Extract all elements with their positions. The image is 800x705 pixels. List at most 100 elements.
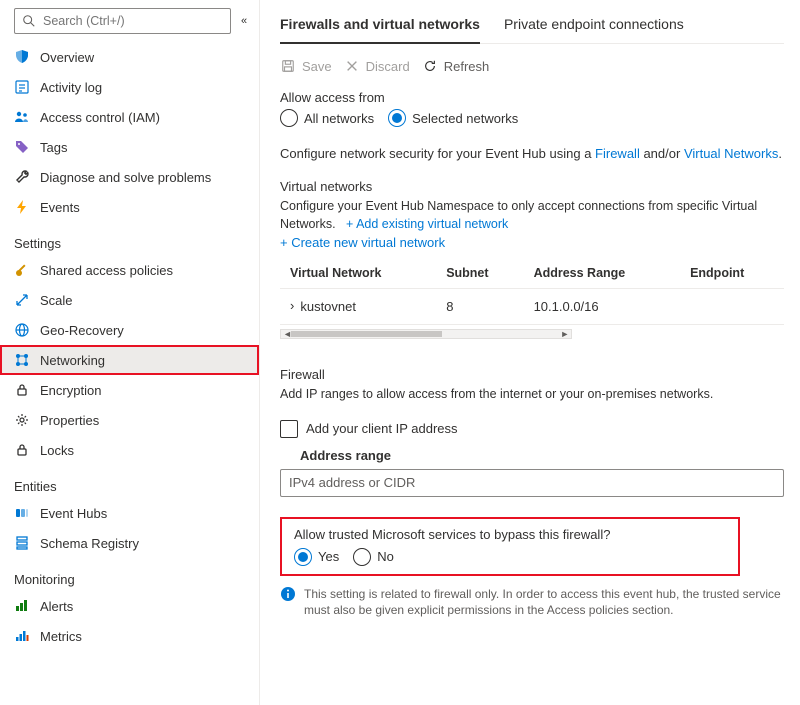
gear-icon xyxy=(14,412,30,428)
trusted-question: Allow trusted Microsoft services to bypa… xyxy=(294,527,726,542)
add-existing-vnet-link[interactable]: + Add existing virtual network xyxy=(346,217,508,231)
firewall-link[interactable]: Firewall xyxy=(595,146,640,161)
radio-icon xyxy=(353,548,371,566)
nav-activity-log[interactable]: Activity log xyxy=(0,72,259,102)
nav-event-hubs[interactable]: Event Hubs xyxy=(0,498,259,528)
chevron-right-icon[interactable]: › xyxy=(290,298,294,313)
radio-trusted-yes[interactable]: Yes xyxy=(294,548,339,566)
nav-networking[interactable]: Networking xyxy=(0,345,259,375)
address-range-input[interactable]: IPv4 address or CIDR xyxy=(280,469,784,497)
nav-diagnose[interactable]: Diagnose and solve problems xyxy=(0,162,259,192)
nav-label: Properties xyxy=(40,413,99,428)
nav-section-monitoring: Monitoring xyxy=(0,558,259,591)
refresh-button[interactable]: Refresh xyxy=(422,58,490,74)
radio-selected-networks[interactable]: Selected networks xyxy=(388,109,518,127)
discard-button[interactable]: Discard xyxy=(344,58,410,74)
radio-icon xyxy=(280,109,298,127)
radio-trusted-no[interactable]: No xyxy=(353,548,394,566)
table-row[interactable]: ›kustovnet 8 10.1.0.0/16 xyxy=(280,289,784,325)
overview-icon xyxy=(14,49,30,65)
tag-icon xyxy=(14,139,30,155)
scrollbar-thumb[interactable] xyxy=(291,331,442,337)
search-input[interactable] xyxy=(43,14,224,28)
search-row: « xyxy=(0,0,259,42)
sidebar: « Overview Activity log Access control (… xyxy=(0,0,260,705)
tool-label: Save xyxy=(302,59,332,74)
nav-label: Tags xyxy=(40,140,67,155)
info-icon xyxy=(280,586,296,602)
info-note: This setting is related to firewall only… xyxy=(280,586,784,618)
nav-events[interactable]: Events xyxy=(0,192,259,222)
nav-label: Encryption xyxy=(40,383,101,398)
vnet-title: Virtual networks xyxy=(280,179,784,194)
nav-label: Diagnose and solve problems xyxy=(40,170,211,185)
th-endpoint[interactable]: Endpoint xyxy=(680,258,784,289)
lightning-icon xyxy=(14,199,30,215)
nav-metrics[interactable]: Metrics xyxy=(0,621,259,651)
tab-private-endpoint[interactable]: Private endpoint connections xyxy=(504,8,684,43)
nav-label: Geo-Recovery xyxy=(40,323,124,338)
th-address-range[interactable]: Address Range xyxy=(524,258,681,289)
firewall-description: Add IP ranges to allow access from the i… xyxy=(280,386,784,404)
nav-encryption[interactable]: Encryption xyxy=(0,375,259,405)
radio-label: Selected networks xyxy=(412,111,518,126)
tab-firewalls[interactable]: Firewalls and virtual networks xyxy=(280,8,480,44)
radio-label: All networks xyxy=(304,111,374,126)
create-new-vnet-link[interactable]: + Create new virtual network xyxy=(280,235,445,250)
nav-overview[interactable]: Overview xyxy=(0,42,259,72)
network-icon xyxy=(14,352,30,368)
nav-scale[interactable]: Scale xyxy=(0,285,259,315)
search-box[interactable] xyxy=(14,8,231,34)
cell-endpoint xyxy=(680,289,784,325)
horizontal-scrollbar[interactable]: ◄► xyxy=(280,329,572,339)
nav-label: Event Hubs xyxy=(40,506,107,521)
nav-label: Alerts xyxy=(40,599,73,614)
people-icon xyxy=(14,109,30,125)
nav-geo-recovery[interactable]: Geo-Recovery xyxy=(0,315,259,345)
lock-icon xyxy=(14,382,30,398)
nav-label: Access control (IAM) xyxy=(40,110,160,125)
th-virtual-network[interactable]: Virtual Network xyxy=(280,258,436,289)
nav-label: Scale xyxy=(40,293,73,308)
nav-label: Activity log xyxy=(40,80,102,95)
th-subnet[interactable]: Subnet xyxy=(436,258,523,289)
nav-label: Overview xyxy=(40,50,94,65)
nav-shared-access[interactable]: Shared access policies xyxy=(0,255,259,285)
activity-log-icon xyxy=(14,79,30,95)
firewall-title: Firewall xyxy=(280,367,784,382)
vnet-link[interactable]: Virtual Networks xyxy=(684,146,778,161)
cell-subnet: 8 xyxy=(436,289,523,325)
nav-properties[interactable]: Properties xyxy=(0,405,259,435)
radio-label: Yes xyxy=(318,549,339,564)
cell-range: 10.1.0.0/16 xyxy=(524,289,681,325)
nav-schema-registry[interactable]: Schema Registry xyxy=(0,528,259,558)
search-icon xyxy=(21,13,37,29)
trusted-services-highlight: Allow trusted Microsoft services to bypa… xyxy=(280,517,740,576)
collapse-sidebar-button[interactable]: « xyxy=(237,15,251,27)
nav-locks[interactable]: Locks xyxy=(0,435,259,465)
checkbox-label: Add your client IP address xyxy=(306,421,458,436)
save-button[interactable]: Save xyxy=(280,58,332,74)
nav-alerts[interactable]: Alerts xyxy=(0,591,259,621)
nav-access-control[interactable]: Access control (IAM) xyxy=(0,102,259,132)
wrench-icon xyxy=(14,169,30,185)
nav-tags[interactable]: Tags xyxy=(0,132,259,162)
nav-section-entities: Entities xyxy=(0,465,259,498)
alerts-icon xyxy=(14,598,30,614)
vnet-table: Virtual Network Subnet Address Range End… xyxy=(280,258,784,325)
radio-icon xyxy=(388,109,406,127)
scroll-right-icon[interactable]: ► xyxy=(560,329,569,339)
nav-label: Events xyxy=(40,200,80,215)
cell-vnet-name: ›kustovnet xyxy=(280,289,436,325)
radio-all-networks[interactable]: All networks xyxy=(280,109,374,127)
nav-label: Locks xyxy=(40,443,74,458)
add-client-ip-checkbox[interactable] xyxy=(280,420,298,438)
address-range-label: Address range xyxy=(300,448,784,463)
nav-label: Metrics xyxy=(40,629,82,644)
main-content: Firewalls and virtual networks Private e… xyxy=(260,0,800,705)
tool-label: Discard xyxy=(366,59,410,74)
tabs: Firewalls and virtual networks Private e… xyxy=(280,8,784,44)
save-icon xyxy=(280,58,296,74)
radio-label: No xyxy=(377,549,394,564)
access-label: Allow access from xyxy=(280,90,784,105)
